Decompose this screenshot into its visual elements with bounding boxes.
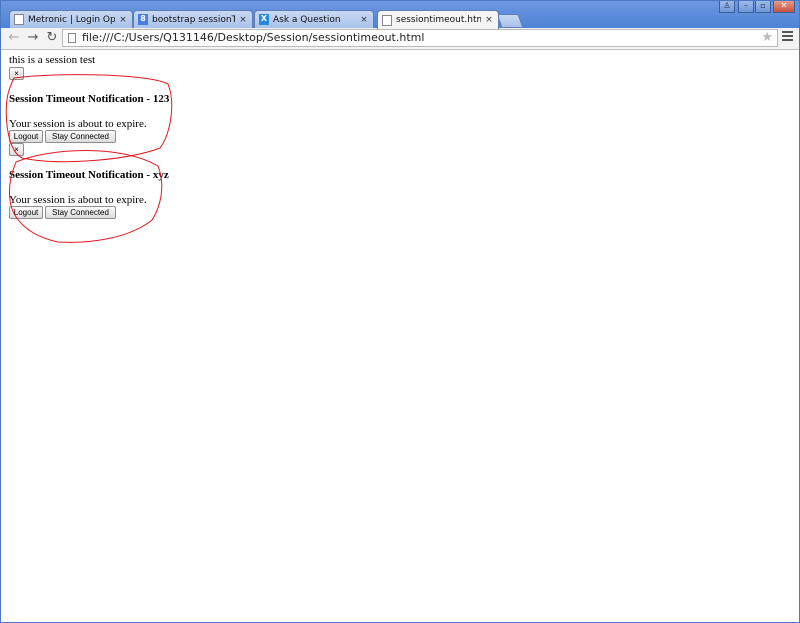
page-content: this is a session test × Session Timeout…: [1, 50, 799, 623]
page-icon: [14, 14, 24, 25]
address-text: file:///C:/Users/Q131146/Desktop/Session…: [82, 31, 425, 44]
page-icon: [68, 33, 76, 43]
google-icon: 8: [138, 14, 148, 25]
minimize-button[interactable]: –: [738, 1, 754, 13]
tab-bootstrap-session-timeout[interactable]: 8 bootstrap sessionTimeout ×: [133, 10, 253, 28]
browser-window: Metronic | Login Options × 8 bootstrap s…: [0, 0, 800, 623]
address-bar[interactable]: file:///C:/Users/Q131146/Desktop/Session…: [62, 29, 778, 47]
tab-title: bootstrap sessionTimeout: [152, 14, 235, 25]
menu-icon[interactable]: [782, 31, 793, 43]
close-tab-icon[interactable]: ×: [484, 15, 494, 25]
dialog-title: Session Timeout Notification - 123: [9, 93, 170, 105]
maximize-button[interactable]: ▫: [755, 1, 771, 13]
intro-text: this is a session test: [9, 54, 96, 66]
tab-sessiontimeout[interactable]: sessiontimeout.html ×: [377, 10, 499, 29]
page-icon: [382, 14, 392, 26]
reload-icon[interactable]: ↻: [44, 29, 60, 47]
tab-title: Metronic | Login Options: [28, 14, 115, 25]
dialog-message: Your session is about to expire.: [9, 118, 147, 130]
window-close-button[interactable]: ✕: [773, 1, 795, 13]
user-icon[interactable]: ♙: [719, 1, 735, 13]
dialog-close-button[interactable]: ×: [9, 143, 24, 156]
back-arrow-icon[interactable]: ←: [6, 29, 22, 47]
tab-title: sessiontimeout.html: [396, 15, 481, 25]
close-tab-icon[interactable]: ×: [359, 15, 369, 25]
close-tab-icon[interactable]: ×: [238, 15, 248, 25]
browser-toolbar: ← → ↻ file:///C:/Users/Q131146/Desktop/S…: [1, 28, 799, 50]
dialog-close-button[interactable]: ×: [9, 67, 24, 80]
close-tab-icon[interactable]: ×: [118, 15, 128, 25]
tab-strip: Metronic | Login Options × 8 bootstrap s…: [1, 1, 799, 29]
logout-button[interactable]: Logout: [9, 206, 43, 219]
tab-title: Ask a Question: [273, 14, 341, 25]
logout-button[interactable]: Logout: [9, 130, 43, 143]
stay-connected-button[interactable]: Stay Connected: [45, 130, 116, 143]
x-icon: X: [259, 14, 269, 25]
tab-ask-a-question[interactable]: X Ask a Question ×: [254, 10, 374, 28]
bookmark-star-icon[interactable]: ★: [761, 30, 773, 46]
dialog-title: Session Timeout Notification - xyz: [9, 169, 169, 181]
new-tab-button[interactable]: [496, 14, 524, 28]
tab-metronic-login[interactable]: Metronic | Login Options ×: [9, 10, 133, 28]
forward-arrow-icon[interactable]: →: [25, 29, 41, 47]
stay-connected-button[interactable]: Stay Connected: [45, 206, 116, 219]
dialog-message: Your session is about to expire.: [9, 194, 147, 206]
